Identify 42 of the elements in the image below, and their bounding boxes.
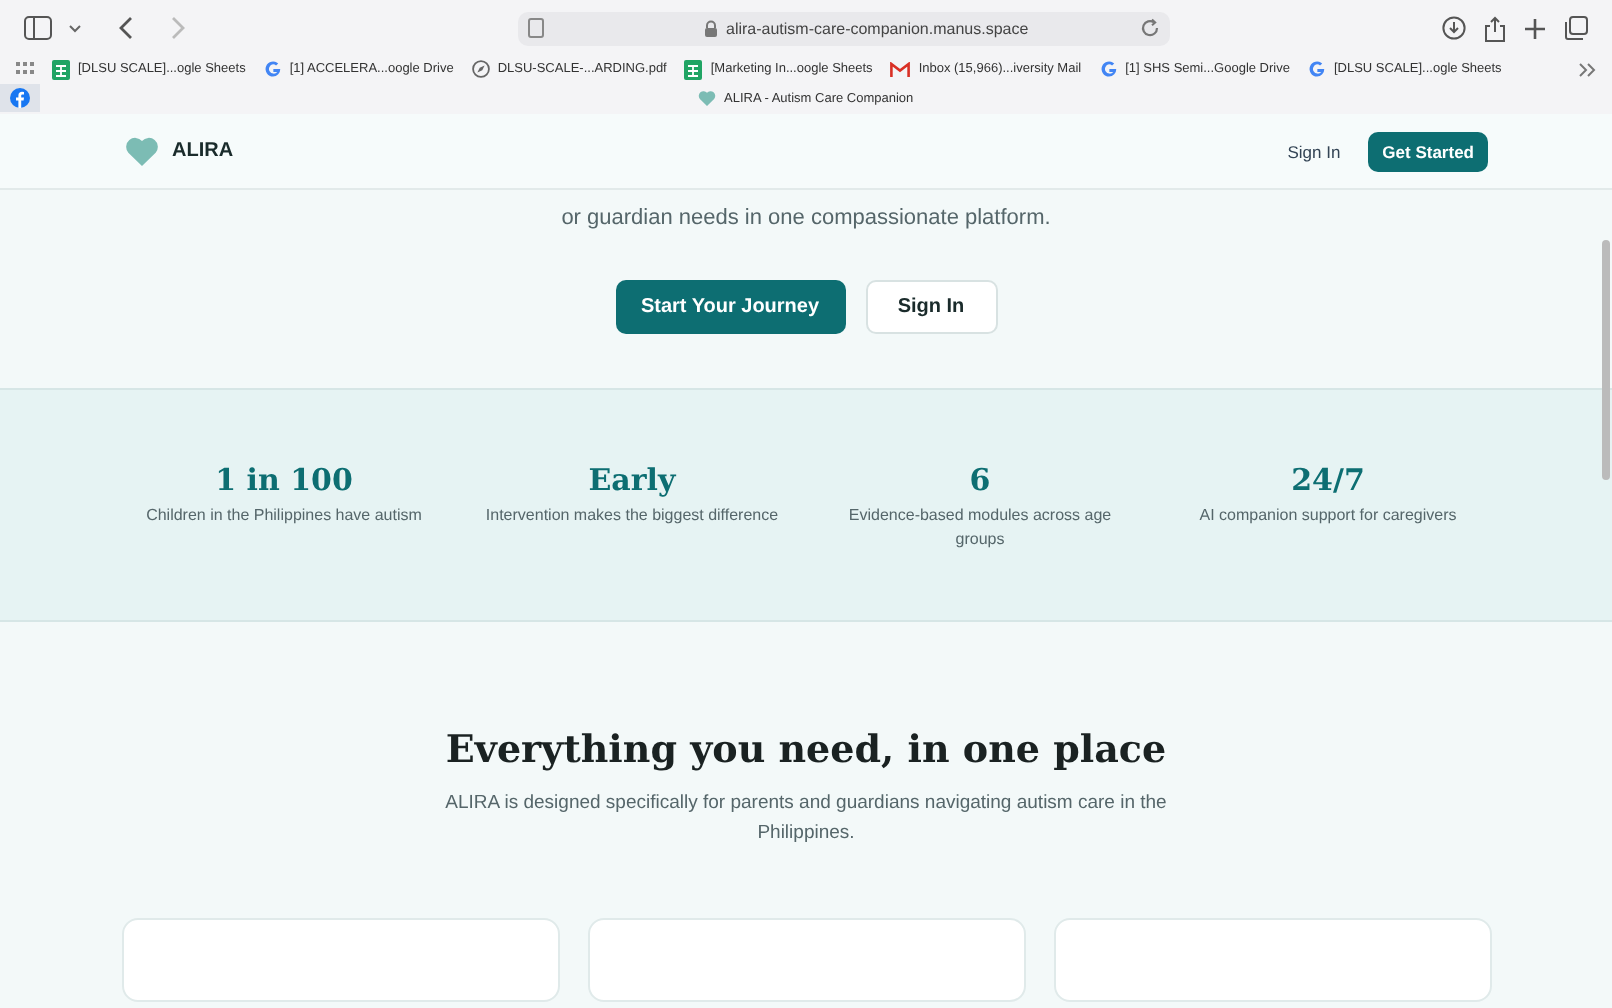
sheet-icon bbox=[684, 59, 703, 79]
g-logo-icon bbox=[1307, 60, 1326, 78]
chevron-down-icon[interactable] bbox=[68, 23, 82, 33]
pinned-tab[interactable] bbox=[0, 84, 40, 112]
section-subtitle: ALIRA is designed specifically for parents and guardians navigating autism care in the Philippines. bbox=[443, 790, 1169, 848]
heart-logo-icon bbox=[124, 136, 160, 166]
stat-value: 24/7 bbox=[1289, 462, 1367, 498]
heart-icon bbox=[698, 90, 716, 106]
chevrons-icon[interactable] bbox=[1578, 61, 1596, 77]
stat-label: Children in the Philippines have autism bbox=[144, 504, 424, 528]
lock-icon bbox=[704, 19, 718, 37]
stat-label: Intervention makes the biggest difference bbox=[483, 504, 781, 528]
stat-value: Early bbox=[586, 462, 679, 498]
url-text: alira-autism-care-companion.manus.space bbox=[726, 19, 1029, 37]
scrollbar-thumb[interactable] bbox=[1602, 240, 1610, 480]
grid-icon[interactable] bbox=[16, 62, 34, 76]
get-started-button[interactable]: Get Started bbox=[1368, 131, 1488, 171]
sign-in-link[interactable]: Sign In bbox=[1287, 141, 1341, 161]
g-logo-icon bbox=[263, 60, 282, 78]
start-journey-button[interactable]: Start Your Journey bbox=[615, 280, 845, 334]
section-heading: Everything you need, in one place bbox=[443, 728, 1169, 772]
back-icon[interactable] bbox=[118, 16, 134, 40]
stat-label: Evidence-based modules across age groups bbox=[846, 504, 1114, 552]
download-icon[interactable] bbox=[1442, 16, 1466, 40]
facebook-icon bbox=[10, 88, 30, 108]
brand-name: ALIRA bbox=[172, 140, 234, 162]
share-icon[interactable] bbox=[1484, 15, 1506, 41]
g-logo-icon bbox=[1099, 60, 1118, 78]
stat-value: 1 in 100 bbox=[213, 462, 355, 498]
page-icon bbox=[528, 18, 544, 38]
mail-icon bbox=[890, 61, 911, 77]
stat-label: AI companion support for caregivers bbox=[1197, 504, 1459, 528]
compass-icon bbox=[471, 60, 490, 78]
tabs-icon[interactable] bbox=[1564, 16, 1588, 40]
reload-icon[interactable] bbox=[1140, 18, 1160, 38]
stat-value: 6 bbox=[967, 462, 993, 498]
address-bar[interactable]: alira-autism-care-companion.manus.space bbox=[518, 11, 1170, 45]
sidebar-icon[interactable] bbox=[24, 16, 52, 40]
hero-text: or guardian needs in one compassionate platform. bbox=[559, 204, 1053, 234]
sheet-icon bbox=[52, 59, 70, 79]
sign-in-button[interactable]: Sign In bbox=[865, 280, 997, 334]
plus-icon[interactable] bbox=[1524, 17, 1546, 39]
